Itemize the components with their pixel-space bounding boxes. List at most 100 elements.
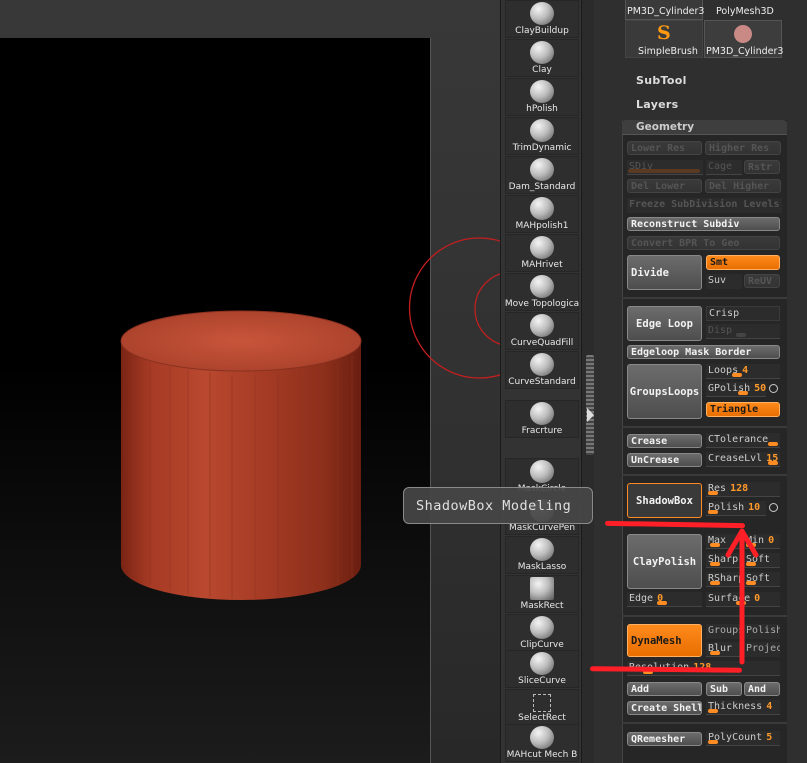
- edge-loop-button[interactable]: Edge Loop: [627, 306, 702, 341]
- groups-loops-button[interactable]: GroupsLoops: [627, 364, 702, 419]
- brush-clay[interactable]: Clay: [505, 39, 579, 77]
- reconstruct-subdiv-button[interactable]: Reconstruct Subdiv: [627, 217, 780, 231]
- brush-label: MAHcut Mech B: [506, 750, 578, 760]
- rsharp-slider[interactable]: RSharp: [706, 572, 742, 587]
- subtool-menu[interactable]: SubTool: [636, 74, 687, 87]
- clipcurve-brush-icon: [530, 616, 554, 639]
- claypolish-button[interactable]: ClayPolish: [627, 534, 702, 589]
- ctolerance-slider[interactable]: CTolerance: [706, 433, 780, 448]
- add-button[interactable]: Add: [627, 682, 702, 696]
- res-slider[interactable]: Res 128: [706, 482, 780, 497]
- rstr-button[interactable]: Rstr: [744, 160, 780, 174]
- shadowbox-button[interactable]: ShadowBox: [627, 483, 702, 518]
- masklasso-brush-icon: [530, 538, 554, 561]
- sdiv-slider[interactable]: SDiv: [627, 160, 703, 175]
- loops-slider[interactable]: Loops 4: [706, 364, 780, 379]
- brush-clipcurve[interactable]: ClipCurve: [505, 614, 579, 652]
- palette-scrollbar[interactable]: [586, 355, 594, 455]
- uncrease-button[interactable]: UnCrease: [627, 453, 702, 467]
- section-divider: [622, 426, 787, 428]
- del-higher-button[interactable]: Del Higher: [705, 179, 781, 193]
- brush-selectrect[interactable]: SelectRect: [505, 689, 579, 727]
- reuv-button[interactable]: ReUV: [744, 274, 780, 288]
- claybuildup-brush-icon: [530, 2, 554, 25]
- cage-toggle[interactable]: Cage: [706, 160, 742, 175]
- soft-slider-knob: [746, 562, 756, 566]
- brush-label: TrimDynamic: [512, 143, 572, 153]
- brush-curvequadfill[interactable]: CurveQuadFill: [505, 312, 579, 350]
- brush-label: Fracrture: [521, 426, 563, 436]
- brush-masklasso[interactable]: MaskLasso: [505, 536, 579, 574]
- divide-button[interactable]: Divide: [627, 255, 702, 290]
- surface-slider[interactable]: Surface 0: [706, 592, 780, 607]
- dynamesh-button[interactable]: DynaMesh: [627, 624, 702, 657]
- transpose-gizmo[interactable]: [408, 237, 513, 379]
- sharp-slider[interactable]: Sharp: [706, 553, 742, 568]
- mahpolish1-brush-icon: [530, 197, 554, 220]
- tool-thumb-label: PM3D_Cylinder3: [706, 46, 784, 57]
- lower-res-button[interactable]: Lower Res: [627, 141, 702, 155]
- edge-slider[interactable]: Edge 0: [627, 592, 702, 607]
- rsoft-slider[interactable]: Soft: [744, 572, 780, 587]
- brush-move-topological[interactable]: Move Topologica: [505, 273, 579, 311]
- brush-dam-standard[interactable]: Dam_Standard: [505, 156, 579, 194]
- brush-label: CurveStandard: [508, 377, 576, 387]
- crisp-toggle[interactable]: Crisp: [706, 306, 780, 321]
- brush-hpolish[interactable]: hPolish: [505, 78, 579, 116]
- convert-bpr-to-geo-button[interactable]: Convert BPR To Geo: [627, 236, 780, 250]
- tool-thumb-label: SimpleBrush: [638, 46, 698, 57]
- polish-radio[interactable]: [769, 503, 778, 512]
- smt-toggle[interactable]: Smt: [706, 255, 780, 270]
- brush-slicecurve[interactable]: SliceCurve: [505, 650, 579, 688]
- suv-toggle[interactable]: Suv: [706, 274, 742, 289]
- gpolish-slider[interactable]: GPolish 50: [706, 382, 766, 397]
- mahcut-mech-b-brush-icon: [530, 726, 554, 749]
- edgeloop-mask-border-button[interactable]: Edgeloop Mask Border: [627, 345, 780, 359]
- min-slider[interactable]: Min 0: [744, 534, 780, 549]
- del-lower-button[interactable]: Del Lower: [627, 179, 702, 193]
- disp-slider[interactable]: Disp: [706, 324, 780, 339]
- polycount-slider[interactable]: PolyCount 5: [706, 731, 780, 746]
- thickness-slider[interactable]: Thickness 4: [706, 700, 780, 715]
- and-button[interactable]: And: [744, 682, 780, 696]
- brush-maskrect[interactable]: MaskRect: [505, 575, 579, 613]
- qremesher-button[interactable]: QRemesher: [627, 732, 702, 746]
- brush-curvestandard[interactable]: CurveStandard: [505, 351, 579, 389]
- brush-fracture[interactable]: Fracrture: [505, 400, 579, 438]
- thickness-slider-knob: [708, 709, 718, 713]
- sharp-slider-knob: [710, 562, 720, 566]
- crease-button[interactable]: Crease: [627, 434, 702, 448]
- brush-trimdynamic[interactable]: TrimDynamic: [505, 117, 579, 155]
- brush-mahrivet[interactable]: MAHrivet: [505, 234, 579, 272]
- higher-res-button[interactable]: Higher Res: [705, 141, 781, 155]
- maskrect-brush-icon: [530, 577, 554, 600]
- gpolish-slider-knob: [738, 391, 748, 395]
- palette-expand-arrow-icon[interactable]: [587, 408, 594, 422]
- brush-mahcut-mech-b[interactable]: MAHcut Mech B: [505, 724, 579, 762]
- polish-value: 10: [748, 502, 761, 513]
- layers-menu[interactable]: Layers: [636, 98, 679, 111]
- blur-slider[interactable]: Blur: [706, 642, 742, 657]
- move-topological-brush-icon: [530, 275, 554, 298]
- gpolish-value: 50: [754, 383, 766, 394]
- triangle-toggle[interactable]: Triangle: [706, 402, 780, 417]
- groups-toggle[interactable]: Groups: [706, 624, 742, 639]
- create-shell-button[interactable]: Create Shell: [627, 701, 702, 715]
- freeze-subdivision-levels-button[interactable]: Freeze SubDivision Levels: [627, 198, 782, 213]
- brush-label: MaskRect: [520, 601, 564, 611]
- surface-slider-knob: [736, 601, 746, 605]
- dynamesh-polish-toggle[interactable]: Polish: [744, 624, 780, 639]
- polish-slider[interactable]: Polish 10: [706, 501, 766, 516]
- sub-button[interactable]: Sub: [706, 682, 742, 696]
- polycount-slider-knob: [708, 740, 718, 744]
- gpolish-radio[interactable]: [769, 384, 778, 393]
- creaselvl-slider[interactable]: CreaseLvl 15: [706, 452, 780, 467]
- soft-slider[interactable]: Soft: [744, 553, 780, 568]
- brush-mahpolish1[interactable]: MAHpolish1: [505, 195, 579, 233]
- brush-claybuildup[interactable]: ClayBuildup: [505, 0, 579, 38]
- min-value: 0: [768, 535, 775, 546]
- project-toggle[interactable]: Project: [744, 642, 780, 657]
- max-slider[interactable]: Max: [706, 534, 742, 549]
- tool-thumb-label: PolyMesh3D: [716, 6, 774, 17]
- cylinder-mesh[interactable]: [120, 310, 362, 600]
